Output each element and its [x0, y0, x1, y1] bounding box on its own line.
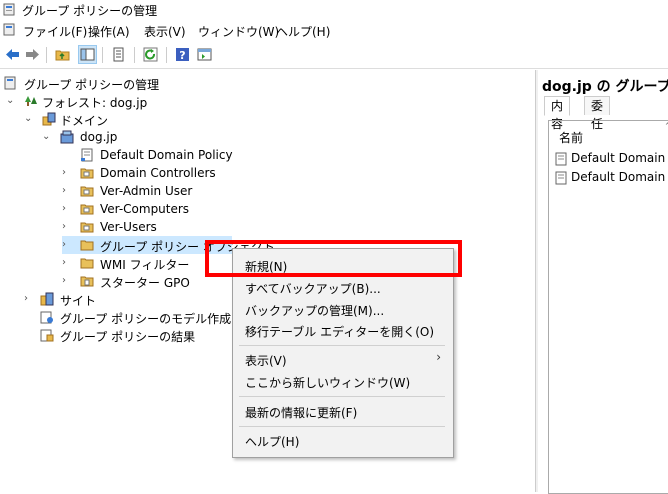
menu-item-new-window[interactable]: ここから新しいウィンドウ(W): [245, 374, 410, 391]
tree-item-label: WMI フィルター: [100, 258, 190, 272]
chevron-right-icon[interactable]: ›: [62, 203, 72, 215]
chevron-right-icon[interactable]: ›: [24, 293, 34, 305]
tree-item-label: サイト: [60, 294, 97, 308]
menu-item-view[interactable]: 表示(V): [245, 352, 287, 369]
menu-item-help[interactable]: ヘルプ(H): [245, 433, 299, 450]
gpo-icon: [555, 152, 567, 166]
tree-item-label: グループ ポリシーのモデル作成: [60, 312, 232, 326]
menu-item-backup-all[interactable]: すべてバックアップ(B)...: [245, 280, 381, 297]
annotation-highlight-box: [205, 240, 462, 277]
sort-up-icon: ^: [665, 121, 668, 132]
tree-ou-ver-users[interactable]: › Ver-Users: [62, 218, 262, 236]
tree-gp-results[interactable]: グループ ポリシーの結果: [40, 326, 240, 344]
gpo-link-icon: [81, 148, 93, 162]
tree-domain-label: dog.jp: [80, 130, 118, 144]
menu-view[interactable]: 表示(V): [144, 23, 186, 40]
tab-contents[interactable]: 内容: [544, 96, 571, 131]
context-menu: 新規(N) すべてバックアップ(B)... バックアップの管理(M)... 移行…: [232, 248, 454, 458]
tree-gp-modeling[interactable]: グループ ポリシーのモデル作成: [40, 308, 240, 326]
chevron-right-icon[interactable]: ›: [62, 167, 72, 179]
tree-domains-label: ドメイン: [60, 114, 109, 128]
gpo-list: 名前 ^ Default Domain Co Default Domain Po: [548, 120, 668, 494]
menu-item-migration-table[interactable]: 移行テーブル エディターを開く(O): [245, 323, 434, 340]
gpmc-app-icon: [3, 3, 15, 16]
tree-gpo-default-domain-policy[interactable]: Default Domain Policy: [80, 146, 280, 164]
ou-folder-icon: [80, 186, 94, 197]
domain-icon: [60, 130, 74, 144]
list-item-label: Default Domain Po: [571, 170, 668, 184]
gpmc-root-icon: [4, 76, 16, 90]
window-title: グループ ポリシーの管理: [22, 4, 158, 18]
forest-icon: [25, 96, 37, 106]
svg-text:?: ?: [179, 49, 185, 62]
menu-separator: [239, 426, 445, 427]
refresh-icon[interactable]: [142, 46, 159, 63]
tree-item-label: Ver-Admin User: [100, 184, 193, 198]
menu-separator: [239, 396, 445, 397]
tree-ou-domain-controllers[interactable]: › Domain Controllers: [62, 164, 262, 182]
starter-gpo-folder-icon: [80, 276, 94, 287]
chevron-right-icon[interactable]: ›: [62, 221, 72, 233]
system-menu-icon[interactable]: [3, 23, 16, 36]
chevron-right-icon[interactable]: ›: [62, 257, 72, 269]
sites-icon: [40, 292, 54, 306]
toolbar: ?: [0, 42, 668, 69]
gpo-icon: [555, 171, 567, 185]
results-icon: [40, 329, 54, 342]
tree-item-label: Ver-Computers: [100, 202, 190, 216]
tree-ou-ver-admin-user[interactable]: › Ver-Admin User: [62, 182, 262, 200]
chevron-down-icon[interactable]: ⌄: [42, 131, 52, 143]
submenu-arrow-icon: ›: [436, 350, 441, 364]
chevron-right-icon[interactable]: ›: [62, 185, 72, 197]
up-folder-icon[interactable]: [54, 46, 71, 63]
menu-window[interactable]: ウィンドウ(W): [198, 23, 279, 40]
chevron-right-icon[interactable]: ›: [62, 275, 72, 287]
wmi-folder-icon: [80, 258, 94, 269]
forward-arrow-icon[interactable]: [24, 46, 41, 63]
title-bar: グループ ポリシーの管理: [0, 0, 668, 20]
tree-domains[interactable]: ⌄ ドメイン: [24, 110, 184, 128]
tree-domain-dogjp[interactable]: ⌄ dog.jp: [42, 128, 202, 146]
menu-file[interactable]: ファイル(F): [23, 23, 87, 40]
column-header-name[interactable]: 名前: [559, 129, 583, 146]
menu-bar: ファイル(F) 操作(A) 表示(V) ウィンドウ(W) ヘルプ(H): [0, 20, 668, 40]
tab-delegation[interactable]: 委任: [584, 96, 611, 131]
gpo-folder-icon: [80, 240, 94, 251]
tree-item-label: Default Domain Policy: [100, 148, 233, 162]
tree-root[interactable]: グループ ポリシーの管理: [4, 74, 204, 92]
tree-ou-ver-computers[interactable]: › Ver-Computers: [62, 200, 262, 218]
tree-item-label: Ver-Users: [100, 220, 157, 234]
ou-folder-icon: [80, 168, 94, 179]
tree-item-label: Domain Controllers: [100, 166, 216, 180]
menu-item-refresh[interactable]: 最新の情報に更新(F): [245, 404, 357, 421]
tree-forest[interactable]: ⌄ フォレスト: dog.jp: [6, 92, 206, 110]
ou-folder-icon: [80, 204, 94, 215]
menu-item-manage-backups[interactable]: バックアップの管理(M)...: [245, 302, 384, 319]
properties-icon[interactable]: [110, 46, 127, 63]
chevron-down-icon[interactable]: ⌄: [6, 95, 16, 107]
details-pane: dog.jp の グループ 内容 委任 名前 ^ Default Domain …: [538, 70, 668, 494]
help-icon[interactable]: ?: [174, 46, 191, 63]
tree-item-label: スターター GPO: [100, 276, 190, 290]
tree-sites[interactable]: › サイト: [24, 290, 184, 308]
back-arrow-icon[interactable]: [4, 46, 21, 63]
menu-action[interactable]: 操作(A): [88, 23, 130, 40]
show-hide-console-tree-icon[interactable]: [78, 45, 97, 64]
tree-item-label: グループ ポリシーの結果: [60, 330, 196, 344]
list-item-label: Default Domain Co: [571, 151, 668, 165]
chevron-right-icon[interactable]: ›: [62, 239, 72, 251]
menu-help[interactable]: ヘルプ(H): [276, 23, 330, 40]
details-title: dog.jp の グループ: [542, 79, 668, 95]
modeling-icon: [40, 311, 53, 324]
tree-root-label: グループ ポリシーの管理: [24, 78, 160, 92]
console-icon[interactable]: [196, 46, 213, 63]
ou-folder-icon: [80, 222, 94, 233]
domains-icon: [42, 112, 56, 126]
chevron-down-icon[interactable]: ⌄: [24, 113, 34, 125]
tree-forest-label: フォレスト: dog.jp: [42, 96, 148, 110]
menu-separator: [239, 345, 445, 346]
